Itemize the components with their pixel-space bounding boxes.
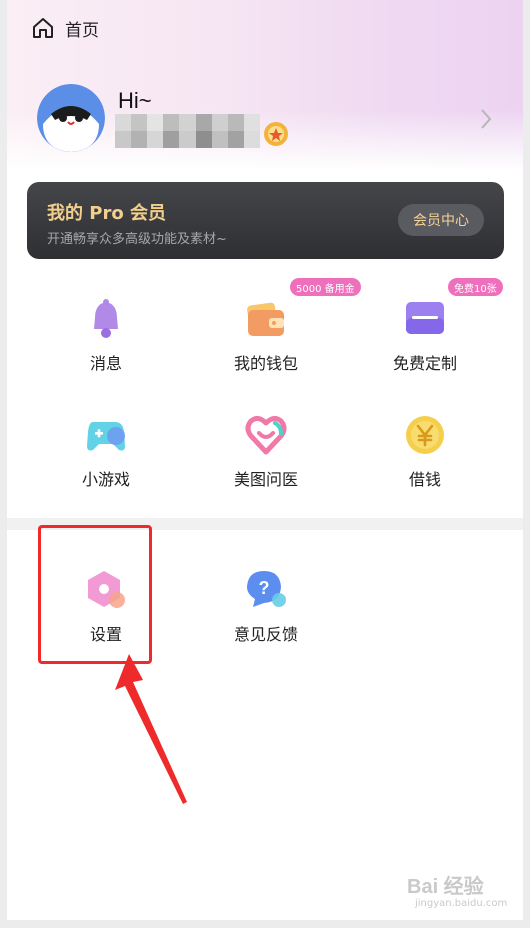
custom-card-icon (406, 302, 444, 334)
wallet-badge: 5000 备用金 (290, 278, 361, 296)
watermark: Bai 经验 jingyan.baidu.com (407, 870, 517, 918)
avatar[interactable] (37, 84, 105, 152)
feature-mini-games[interactable]: 小游戏 (46, 414, 166, 514)
watermark-main: Bai 经验 (407, 876, 484, 898)
feature-wallet[interactable]: 我的钱包 (206, 298, 326, 398)
feedback-icon: ? (247, 571, 286, 607)
feature-free-custom[interactable]: 免费定制 (365, 298, 485, 398)
greeting-text: Hi~ (118, 88, 152, 113)
wallet-icon (247, 302, 284, 336)
tool-feedback[interactable]: ? 意见反馈 (206, 569, 326, 669)
watermark-sub: jingyan.baidu.com (415, 898, 508, 909)
feature-label: 借钱 (408, 470, 441, 489)
feature-label: 小游戏 (81, 470, 130, 489)
tool-label: 意见反馈 (233, 625, 298, 644)
bell-icon (94, 299, 118, 338)
pro-membership-card[interactable]: 我的 Pro 会员 开通畅享众多高级功能及素材~ 会员中心 (27, 182, 504, 259)
free-custom-badge: 免费10张 (448, 278, 503, 296)
feature-label: 我的钱包 (233, 354, 298, 373)
medal-icon (264, 122, 288, 146)
page-title[interactable]: 首页 (65, 16, 99, 41)
feature-label: 免费定制 (392, 354, 457, 373)
gamepad-icon (87, 422, 125, 451)
feature-label: 美图问医 (233, 470, 298, 489)
profile-page: 首页 Hi~ 我的 Pro 会员 开通畅享众多高级功能及素材~ 会员中心 消息 (7, 0, 523, 920)
member-center-button[interactable]: 会员中心 (398, 204, 484, 236)
feature-messages[interactable]: 消息 (46, 298, 166, 398)
annotation-arrow (115, 654, 187, 804)
svg-text:?: ? (259, 578, 270, 598)
home-icon[interactable] (31, 16, 55, 40)
yen-coin-icon (406, 416, 444, 454)
pro-title: 我的 Pro 会员 (47, 203, 166, 224)
settings-highlight-box (38, 525, 152, 664)
feature-health-consult[interactable]: 美图问医 (206, 414, 326, 514)
blurred-nickname (115, 114, 260, 148)
heart-icon (245, 415, 287, 455)
feature-borrow-money[interactable]: 借钱 (365, 414, 485, 514)
pro-subtitle: 开通畅享众多高级功能及素材~ (47, 232, 227, 247)
top-bar: 首页 (31, 14, 99, 42)
feature-label: 消息 (89, 354, 122, 373)
chevron-right-icon[interactable] (479, 107, 493, 131)
